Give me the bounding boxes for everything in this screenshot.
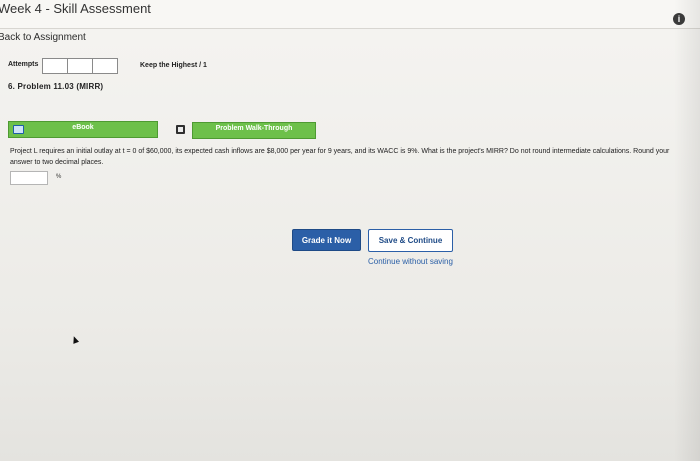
continue-without-saving-link[interactable]: Continue without saving <box>368 257 464 266</box>
keep-highest-label: Keep the Highest / 1 <box>140 62 207 69</box>
grade-it-now-button[interactable]: Grade it Now <box>292 229 361 251</box>
question-text: Project L requires an initial outlay at … <box>10 148 670 166</box>
ebook-button[interactable]: eBook <box>8 121 158 138</box>
percent-unit: % <box>56 174 62 180</box>
attempt-box <box>43 59 68 73</box>
attempt-box <box>68 59 93 73</box>
mirr-answer-input[interactable] <box>10 171 48 185</box>
title-bar: Week 4 - Skill Assessment i <box>0 0 700 29</box>
window-title: Week 4 - Skill Assessment <box>0 1 151 16</box>
back-to-assignment-link[interactable]: Back to Assignment <box>0 32 86 43</box>
assignment-page: Week 4 - Skill Assessment i Back to Assi… <box>0 0 700 461</box>
problem-title: 6. Problem 11.03 (MIRR) <box>8 82 104 91</box>
screen-edge-shadow <box>674 0 700 461</box>
walkthrough-icon <box>176 125 185 134</box>
attempt-boxes <box>42 58 118 74</box>
attempt-box <box>93 59 117 73</box>
ebook-label: eBook <box>72 124 94 131</box>
save-continue-button[interactable]: Save & Continue <box>368 229 453 252</box>
problem-walkthrough-button[interactable]: Problem Walk-Through <box>192 122 316 139</box>
attempts-label: Attempts <box>8 61 39 68</box>
mouse-cursor-icon <box>70 335 80 344</box>
walkthrough-label: Problem Walk-Through <box>215 125 293 132</box>
